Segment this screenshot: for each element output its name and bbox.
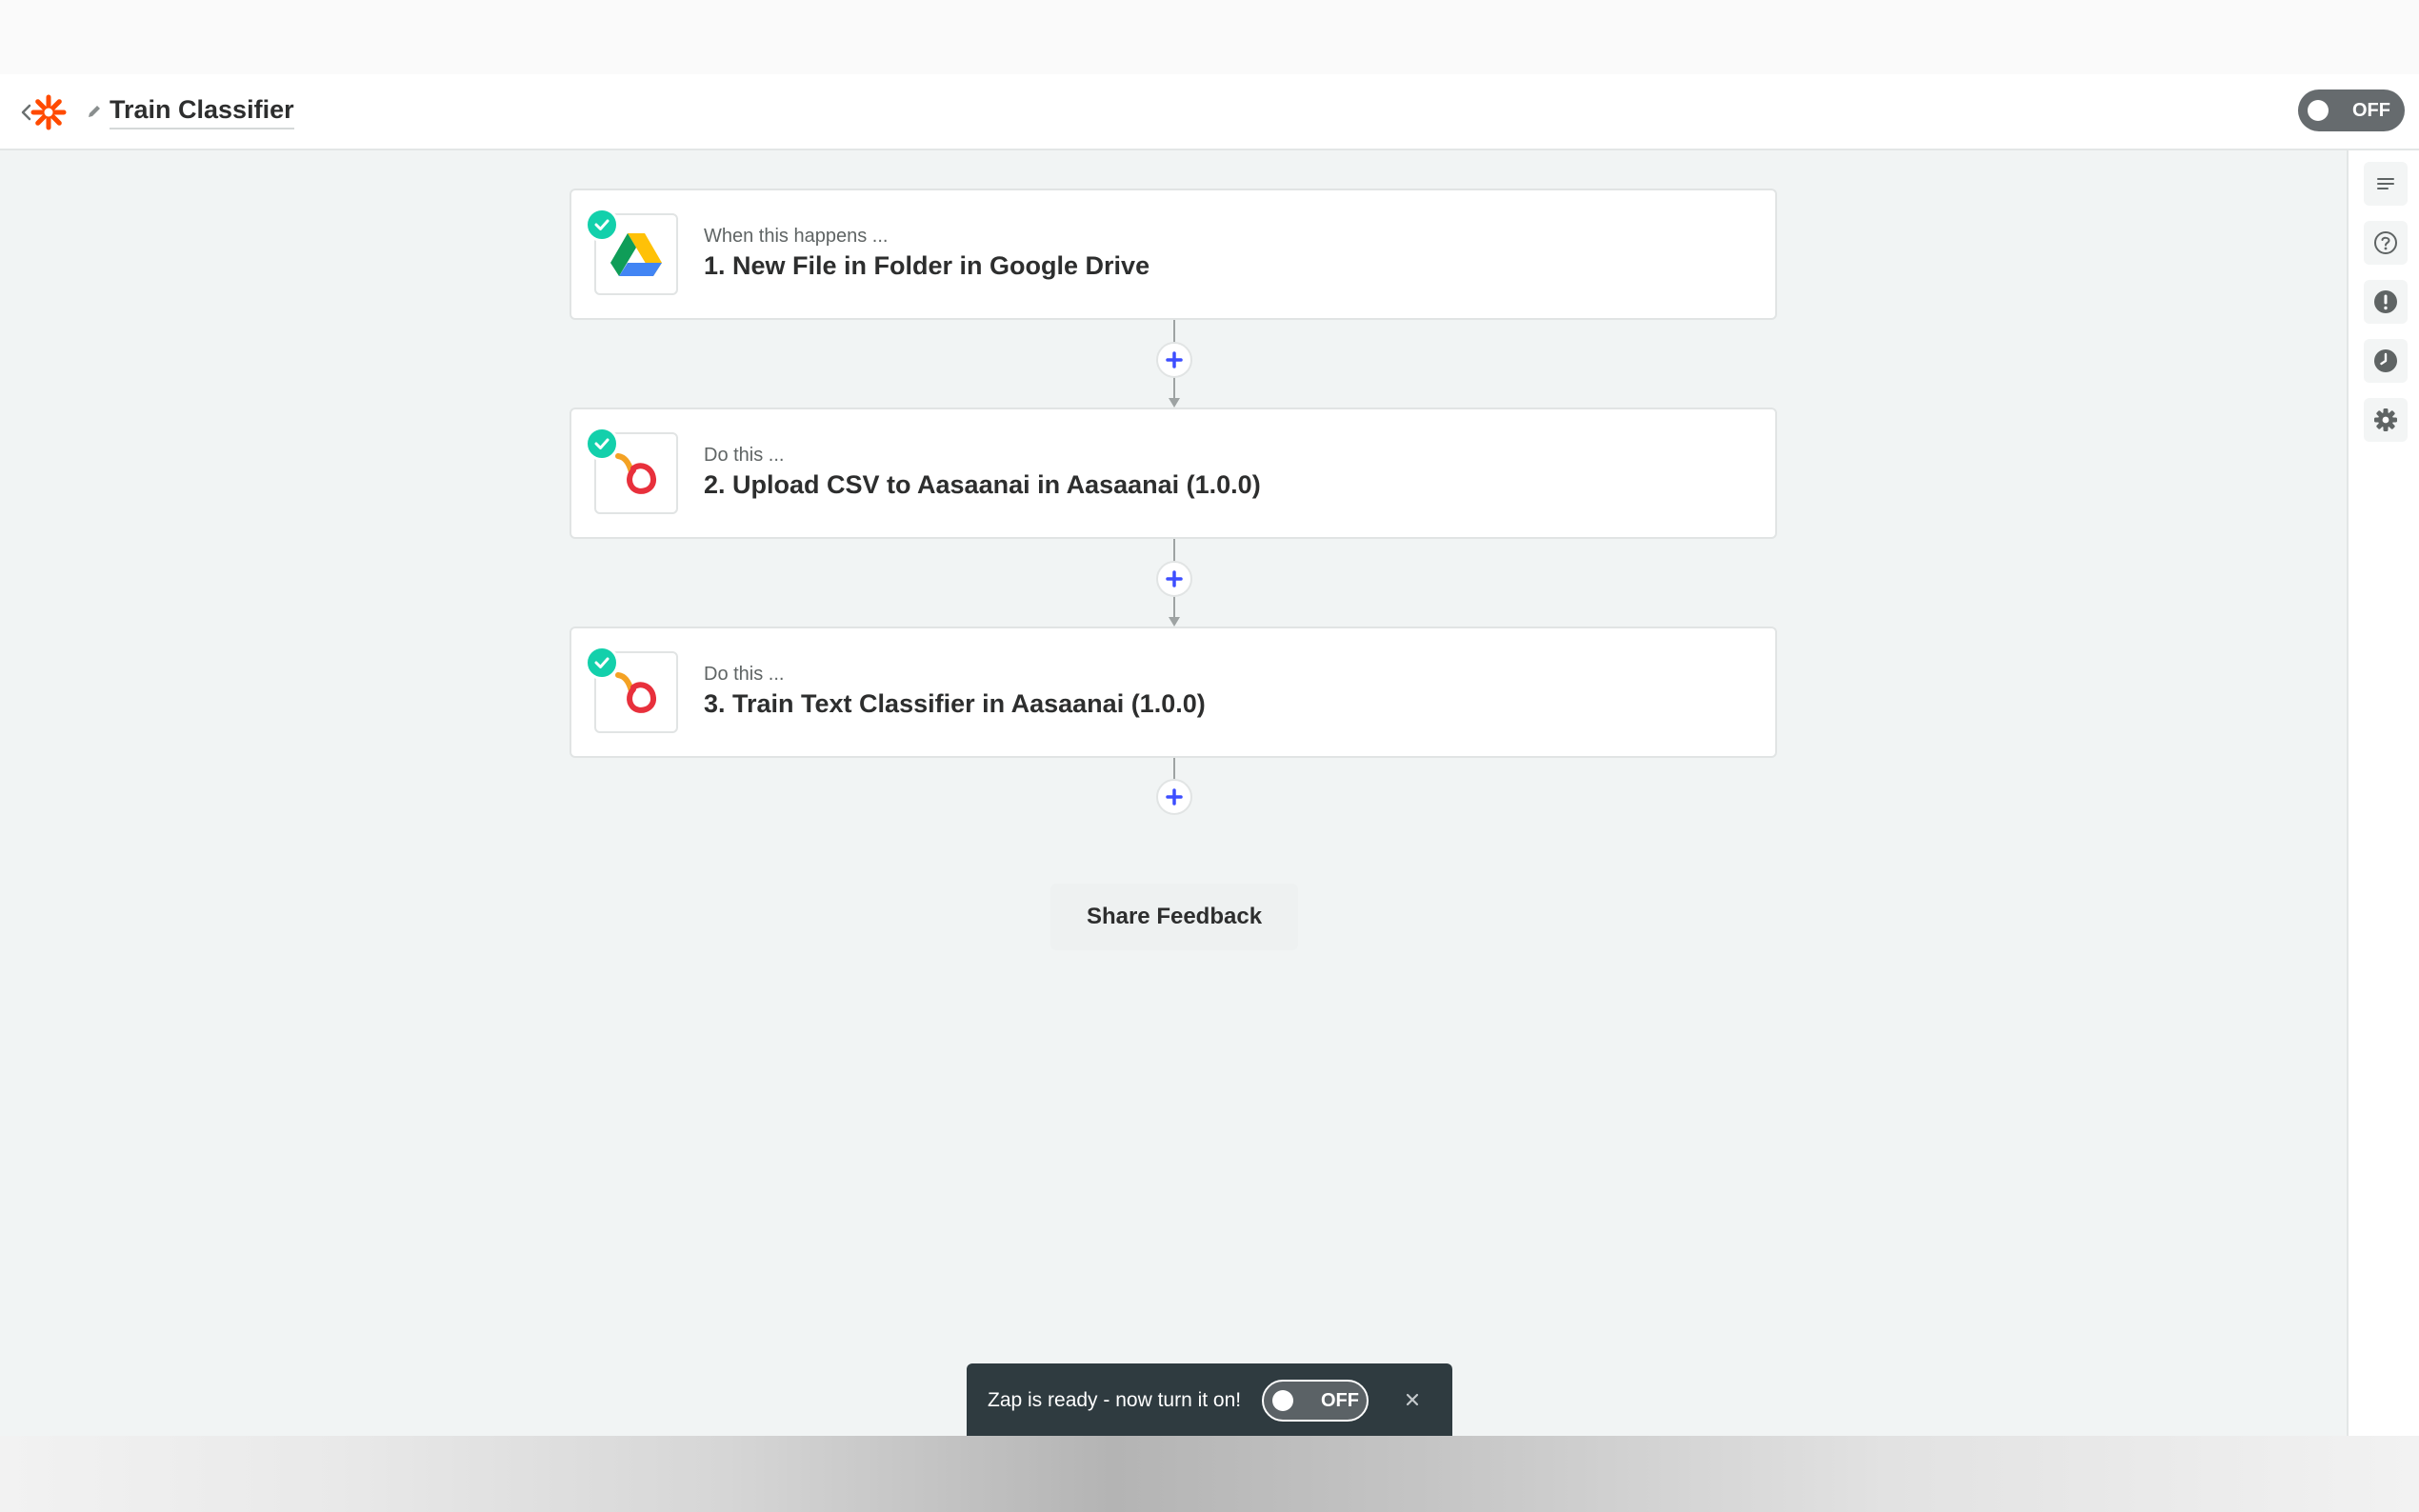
browser-top-strip — [0, 0, 2419, 74]
toggle-label: OFF — [2352, 100, 2390, 121]
plus-icon — [1166, 788, 1183, 806]
add-step-button[interactable] — [1156, 342, 1192, 378]
toast-close-button[interactable] — [1399, 1386, 1426, 1413]
close-icon — [1406, 1393, 1419, 1406]
right-sidebar — [2347, 150, 2419, 1436]
step-kicker: Do this ... — [704, 664, 785, 685]
zap-ready-toast: Zap is ready - now turn it on! OFF — [967, 1363, 1452, 1436]
sidebar-item-help[interactable] — [2364, 221, 2408, 265]
share-feedback-button[interactable]: Share Feedback — [1050, 884, 1298, 950]
history-icon — [2374, 349, 2397, 372]
settings-icon — [2374, 408, 2397, 431]
step-title: 3. Train Text Classifier in Aasaanai (1.… — [704, 689, 1206, 718]
sidebar-item-history[interactable] — [2364, 339, 2408, 383]
sidebar-item-settings[interactable] — [2364, 398, 2408, 442]
toggle-knob — [1272, 1390, 1293, 1411]
plus-icon — [1166, 351, 1183, 368]
aasaanai-icon — [615, 672, 656, 713]
alert-icon — [2374, 290, 2397, 313]
zap-title[interactable]: Train Classifier — [110, 93, 294, 129]
toast-message: Zap is ready - now turn it on! — [988, 1389, 1242, 1411]
sidebar-item-outline[interactable] — [2364, 162, 2408, 206]
step-title: 2. Upload CSV to Aasaanai in Aasaanai (1… — [704, 470, 1261, 499]
step-title: 1. New File in Folder in Google Drive — [704, 251, 1150, 280]
google-drive-icon — [610, 233, 662, 276]
help-icon — [2374, 231, 2397, 254]
sidebar-item-alerts[interactable] — [2364, 280, 2408, 324]
toast-on-off-toggle[interactable]: OFF — [1262, 1380, 1369, 1422]
toggle-label: OFF — [1321, 1390, 1359, 1411]
plus-icon — [1166, 570, 1183, 587]
step-card-1[interactable]: When this happens ... 1. New File in Fol… — [570, 189, 1777, 320]
step-card-3[interactable]: Do this ... 3. Train Text Classifier in … — [570, 627, 1777, 758]
zapier-logo-icon[interactable] — [30, 94, 67, 130]
check-icon — [585, 208, 619, 242]
add-step-button[interactable] — [1156, 561, 1192, 597]
list-icon — [2377, 178, 2394, 189]
check-icon — [585, 646, 619, 680]
check-icon — [585, 427, 619, 461]
add-step-button[interactable] — [1156, 779, 1192, 815]
step-kicker: Do this ... — [704, 445, 785, 466]
aasaanai-icon — [615, 453, 656, 494]
zap-on-off-toggle[interactable]: OFF — [2298, 90, 2405, 131]
toggle-knob — [2308, 100, 2329, 121]
step-kicker: When this happens ... — [704, 226, 889, 247]
bottom-blurred-area — [0, 1436, 2419, 1512]
pencil-icon[interactable] — [86, 103, 103, 120]
editor-header: Train Classifier OFF — [0, 74, 2419, 150]
step-card-2[interactable]: Do this ... 2. Upload CSV to Aasaanai in… — [570, 408, 1777, 539]
